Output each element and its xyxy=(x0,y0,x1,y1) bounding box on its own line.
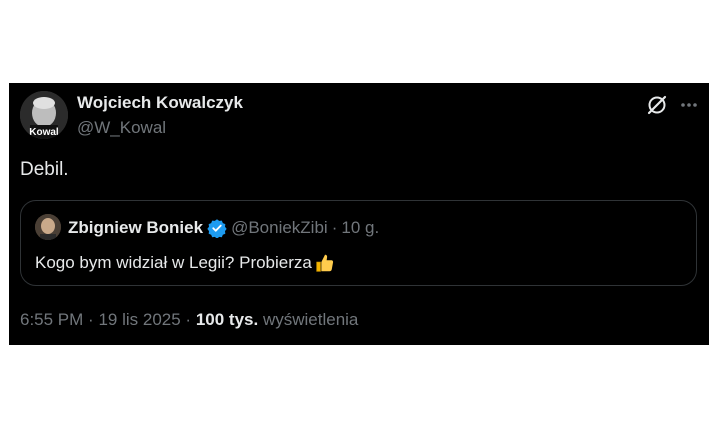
avatar-logo-text: Kowal xyxy=(29,127,59,138)
thumbs-up-emoji-icon xyxy=(316,254,333,272)
more-icon-glyph xyxy=(681,103,697,107)
meta-separator: · xyxy=(185,310,192,329)
quoted-separator: · xyxy=(331,218,338,237)
author-avatar-image: Kowal xyxy=(20,91,68,139)
author-avatar[interactable]: Kowal xyxy=(20,91,68,139)
quoted-author-avatar[interactable] xyxy=(35,214,61,240)
quoted-text: Kogo bym widział w Legii? Probierza xyxy=(35,253,312,272)
tweet-meta: 6:55 PM · 19 lis 2025 · 100 tys. wyświet… xyxy=(20,310,358,330)
grok-icon[interactable] xyxy=(645,93,669,117)
quoted-tweet[interactable]: Zbigniew Boniek @BoniekZibi · 10 g. Kogo… xyxy=(20,200,697,286)
author-handle[interactable]: @W_Kowal xyxy=(77,118,166,138)
views-label: wyświetlenia xyxy=(262,310,359,329)
quoted-avatar-image xyxy=(35,214,61,240)
tweet-card: Kowal Wojciech Kowalczyk @W_Kowal Debil.… xyxy=(9,83,709,345)
grok-icon-glyph xyxy=(647,95,667,115)
quoted-author-handle[interactable]: @BoniekZibi xyxy=(231,218,328,238)
tweet-text: Debil. xyxy=(20,159,69,180)
meta-separator: · xyxy=(88,310,94,329)
quoted-timestamp[interactable]: 10 g. xyxy=(341,218,379,238)
quoted-text-row: Kogo bym widział w Legii? Probierza xyxy=(35,252,336,274)
quoted-author-name[interactable]: Zbigniew Boniek xyxy=(68,218,203,238)
author-name[interactable]: Wojciech Kowalczyk xyxy=(77,93,243,113)
quoted-header: Zbigniew Boniek @BoniekZibi · 10 g. xyxy=(68,218,379,238)
tweet-time[interactable]: 6:55 PM xyxy=(20,310,83,329)
more-icon[interactable] xyxy=(677,93,701,117)
tweet-date[interactable]: 19 lis 2025 xyxy=(98,310,180,329)
verified-badge-icon xyxy=(207,219,227,238)
views-count: 100 tys. xyxy=(195,310,259,329)
